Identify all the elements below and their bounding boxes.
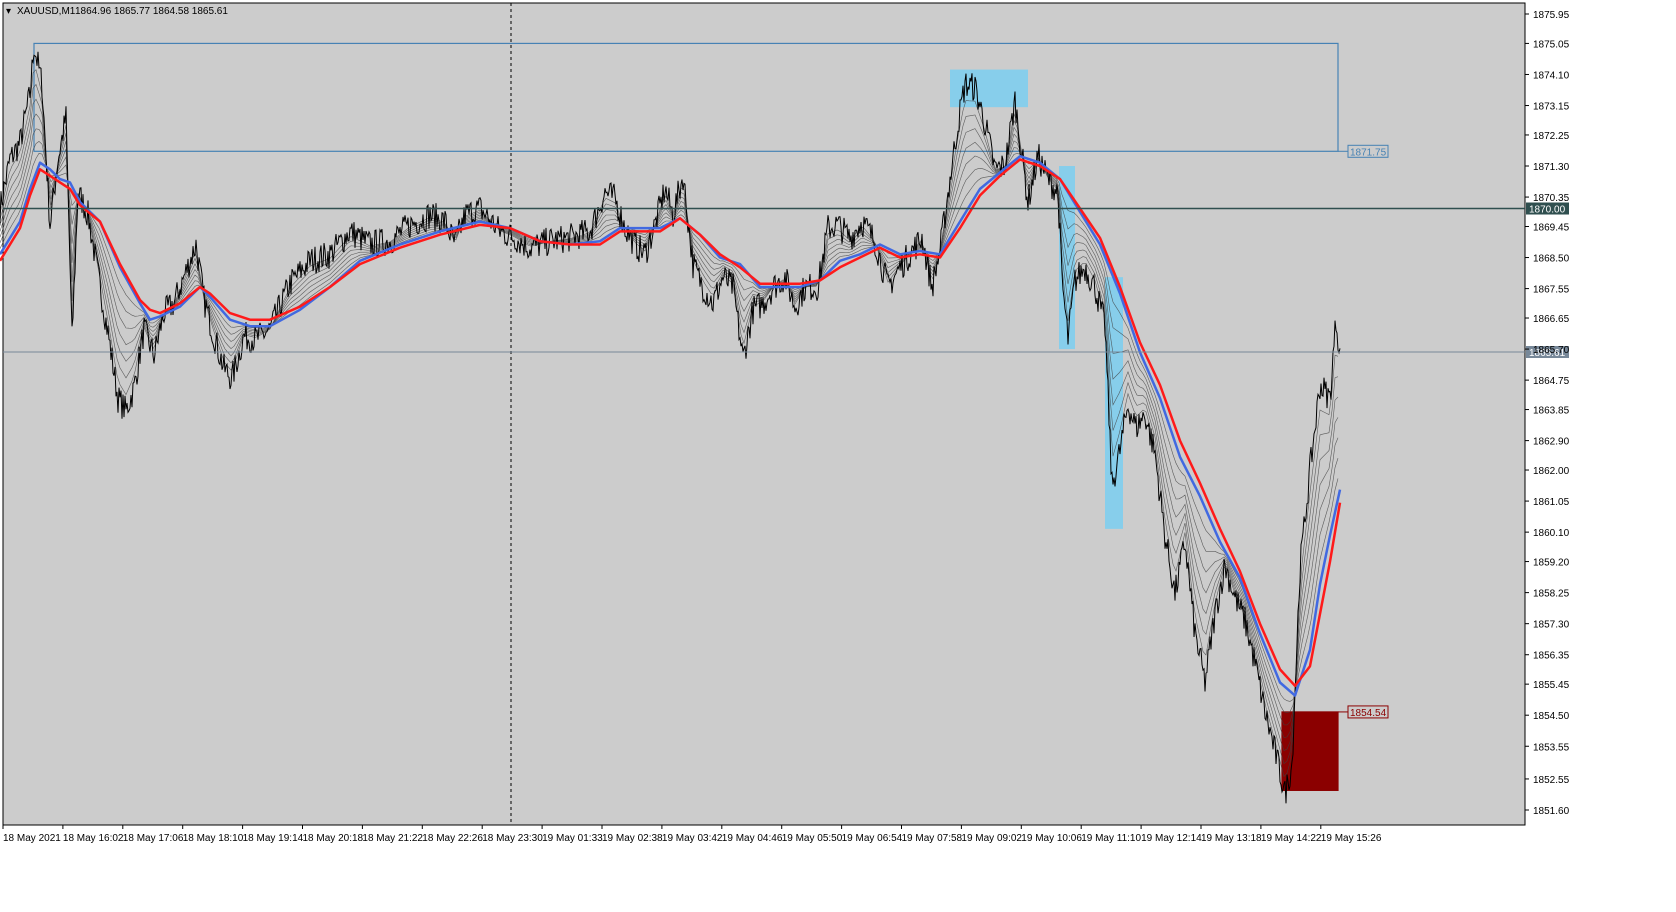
x-tick-label-4: 18 May 19:14 <box>243 833 304 844</box>
plot-background <box>2 2 1526 826</box>
y-tick-label-25: 1852.55 <box>1533 775 1570 786</box>
x-tick-label-5: 18 May 20:18 <box>303 833 364 844</box>
y-tick-label-7: 1869.45 <box>1533 222 1570 233</box>
x-tick-label-13: 19 May 05:50 <box>782 833 843 844</box>
x-tick-label-16: 19 May 09:02 <box>961 833 1022 844</box>
x-tick-label-18: 19 May 11:10 <box>1081 833 1141 844</box>
time-axis[interactable]: 18 May 2021 18 May 16:02 18 May 17:06 18 Ma… <box>2 825 1382 844</box>
y-tick-label-8: 1868.50 <box>1533 254 1570 265</box>
y-tick-label-23: 1854.50 <box>1533 711 1570 722</box>
zone-label-4: 1854.54 <box>1350 708 1387 719</box>
x-tick-label-20: 19 May 13:18 <box>1201 833 1262 844</box>
y-tick-label-26: 1851.60 <box>1533 806 1570 817</box>
zone-rect-1 <box>950 69 1028 108</box>
x-tick-label-9: 19 May 01:33 <box>542 833 603 844</box>
x-tick-label-22: 19 May 15:26 <box>1321 833 1382 844</box>
x-tick-label-15: 19 May 07:58 <box>902 833 963 844</box>
y-tick-label-4: 1872.25 <box>1533 131 1570 142</box>
y-tick-label-2: 1874.10 <box>1533 70 1570 81</box>
y-tick-label-19: 1858.25 <box>1533 589 1570 600</box>
x-tick-label-2: 18 May 17:06 <box>123 833 184 844</box>
ohlc-label: 1864.96 1865.77 1864.58 1865.61 <box>75 6 228 17</box>
price-chart[interactable]: 1871.751854.54 1870.001865.61 1875.95187… <box>0 0 1676 907</box>
x-tick-label-14: 19 May 06:54 <box>842 833 903 844</box>
x-tick-label-6: 18 May 21:22 <box>362 833 423 844</box>
price-axis[interactable]: 1875.95 1875.05 1874.10 1873.15 1872.25 1871.… <box>1525 10 1570 817</box>
x-tick-label-12: 19 May 04:46 <box>722 833 783 844</box>
y-tick-label-14: 1862.90 <box>1533 437 1570 448</box>
y-tick-label-6: 1870.35 <box>1533 193 1570 204</box>
chart-header: ▾ XAUUSD,M1 1864.96 1865.77 1864.58 1865… <box>6 6 228 17</box>
y-tick-label-24: 1853.55 <box>1533 742 1570 753</box>
x-tick-label-1: 18 May 16:02 <box>63 833 124 844</box>
y-tick-label-13: 1863.85 <box>1533 406 1570 417</box>
menu-chevron-icon[interactable]: ▾ <box>6 6 11 17</box>
y-tick-label-0: 1875.95 <box>1533 10 1570 21</box>
x-tick-label-17: 19 May 10:06 <box>1021 833 1082 844</box>
x-tick-label-11: 19 May 03:42 <box>662 833 723 844</box>
chart-window[interactable]: 1871.75 1854.54 1870.00 1865.61 1875.95 187… <box>0 0 1676 907</box>
x-tick-label-19: 19 May 12:14 <box>1141 833 1202 844</box>
y-tick-label-12: 1864.75 <box>1533 376 1570 387</box>
y-tick-label-11: 1865.70 <box>1533 345 1570 356</box>
y-tick-label-9: 1867.55 <box>1533 285 1570 296</box>
y-tick-label-10: 1866.65 <box>1533 314 1570 325</box>
x-tick-label-0: 18 May 2021 <box>3 833 61 844</box>
x-tick-label-7: 18 May 22:26 <box>422 833 483 844</box>
y-tick-label-15: 1862.00 <box>1533 466 1570 477</box>
x-tick-label-3: 18 May 18:10 <box>183 833 244 844</box>
y-tick-label-5: 1871.30 <box>1533 162 1570 173</box>
y-tick-label-20: 1857.30 <box>1533 620 1570 631</box>
y-tick-label-17: 1860.10 <box>1533 528 1570 539</box>
x-tick-label-10: 19 May 02:38 <box>602 833 663 844</box>
y-tick-label-21: 1856.35 <box>1533 651 1570 662</box>
x-tick-label-8: 18 May 23:30 <box>482 833 543 844</box>
zone-label-0: 1871.75 <box>1350 147 1387 158</box>
y-tick-label-18: 1859.20 <box>1533 558 1570 569</box>
x-tick-label-21: 19 May 14:22 <box>1261 833 1322 844</box>
y-tick-label-1: 1875.05 <box>1533 39 1570 50</box>
y-tick-label-16: 1861.05 <box>1533 497 1570 508</box>
hline-label-0: 1870.00 <box>1529 205 1566 216</box>
y-tick-label-22: 1855.45 <box>1533 680 1570 691</box>
y-tick-label-3: 1873.15 <box>1533 102 1570 113</box>
symbol-label: XAUUSD,M1 <box>17 6 76 17</box>
